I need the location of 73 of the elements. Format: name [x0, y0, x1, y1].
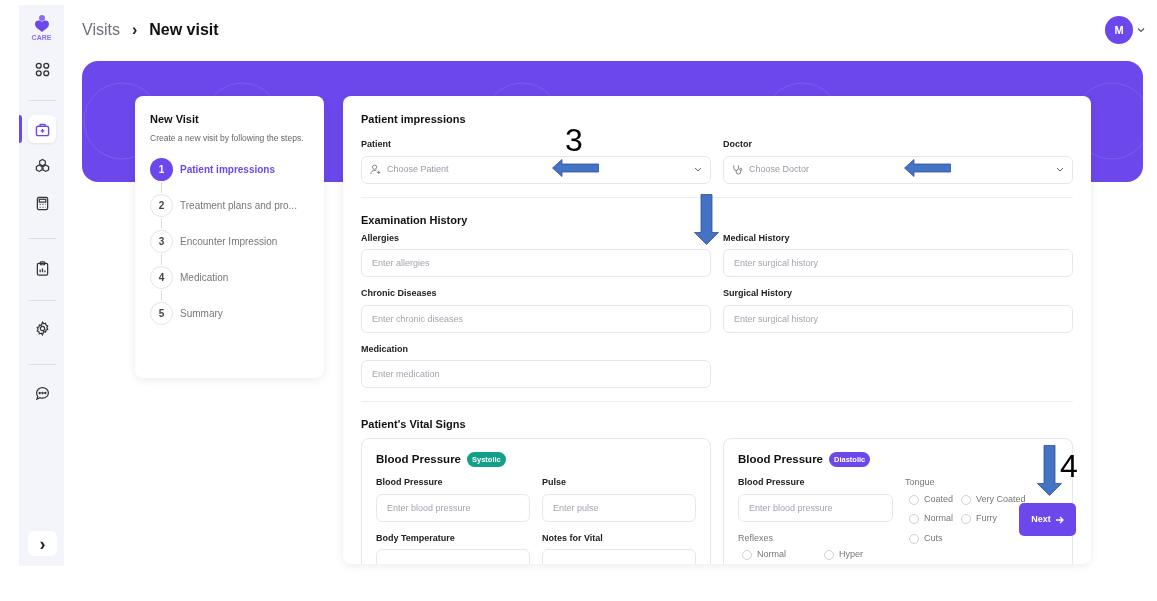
input-field[interactable]: Enter chronic diseases [361, 304, 711, 333]
field-label: Pulse [542, 476, 566, 490]
step-number[interactable]: 4 [150, 265, 173, 289]
radio-option[interactable]: Normal [909, 512, 953, 526]
annotation-number: 4 [1060, 450, 1078, 482]
chat-icon [34, 385, 50, 401]
step-label[interactable]: Treatment plans and pro... [180, 197, 297, 213]
input-field[interactable]: Enter blood pressure [738, 493, 893, 522]
card-title: Blood Pressure [376, 452, 461, 467]
radio-option[interactable]: Furry [961, 512, 998, 526]
field-label: Notes for Vital [542, 531, 603, 545]
step-label[interactable]: Summary [180, 305, 223, 321]
person-icon [370, 164, 381, 175]
breadcrumb-link[interactable]: Visits [82, 18, 120, 42]
section-title: Examination History [361, 212, 469, 226]
page-title: New visit [149, 20, 219, 40]
grid-icon [34, 61, 50, 77]
field-label: Reflexes [738, 531, 774, 545]
field-label: Patient [361, 138, 391, 151]
annotation-number: 3 [565, 124, 583, 156]
input-field[interactable]: Enter allergies [361, 249, 711, 277]
field-label: Allergies [361, 231, 400, 245]
cubes-icon [34, 157, 50, 173]
settings-icon [34, 320, 50, 336]
expand-button[interactable]: › [28, 531, 57, 556]
arrow-right-icon [1054, 515, 1064, 524]
chevron-down-icon [694, 167, 702, 172]
input-field[interactable]: Enter blood pressure [376, 493, 530, 522]
input-field[interactable]: Enter pulse [542, 493, 696, 522]
input-field[interactable]: Enter surgical history [723, 249, 1073, 277]
input-field[interactable]: Enter surgical history [723, 304, 1073, 333]
chevron-down-icon [1056, 167, 1064, 172]
medical-bag-icon [34, 121, 50, 137]
field-label: Medical History [723, 231, 790, 245]
step-number[interactable]: 3 [150, 229, 173, 253]
radio-option[interactable]: Cuts [909, 531, 943, 546]
active-indicator [19, 115, 22, 143]
field-label: Tongue [905, 476, 936, 490]
step-label[interactable]: Medication [180, 269, 229, 285]
next-button[interactable]: Next [1019, 503, 1076, 536]
field-label: Blood Pressure [376, 476, 443, 490]
radio-option[interactable]: Normal [742, 548, 786, 562]
card-title: Blood Pressure [738, 452, 823, 467]
annotation-arrow [904, 159, 951, 177]
field-label: Doctor [723, 138, 752, 151]
step-number[interactable]: 1 [150, 157, 173, 181]
clipboard-icon [34, 260, 50, 276]
annotation-arrow [1037, 445, 1062, 496]
annotation-arrow [694, 194, 719, 245]
input-field[interactable]: Enter medication [361, 360, 711, 388]
section-title: Patient impressions [361, 112, 467, 125]
user-avatar[interactable]: M [1105, 16, 1133, 44]
step-label[interactable]: Patient impressions [180, 161, 276, 177]
annotation-arrow [552, 159, 599, 177]
radio-option[interactable]: Coated [909, 492, 954, 507]
caret-icon[interactable] [1137, 27, 1145, 33]
field-label: Surgical History [723, 287, 793, 300]
calculator-icon [34, 195, 50, 211]
card-title: New Visit [150, 112, 200, 127]
field-label: Medication [361, 342, 408, 356]
breadcrumb-separator: › [130, 20, 139, 40]
stethoscope-icon [732, 164, 743, 175]
card-subtitle: Create a new visit by following the steps. [150, 131, 305, 144]
select-field[interactable]: Choose Patient [361, 155, 711, 184]
field-label: Body Temperature [376, 531, 455, 545]
field-label: Blood Pressure [738, 476, 805, 490]
radio-option[interactable]: Hyper [824, 548, 863, 562]
step-number[interactable]: 2 [150, 193, 173, 217]
step-number[interactable]: 5 [150, 301, 173, 325]
section-title: Patient's Vital Signs [361, 417, 467, 430]
select-field[interactable]: Choose Doctor [723, 155, 1073, 184]
field-label: Chronic Diseases [361, 287, 437, 300]
step-label[interactable]: Encounter Impression [180, 233, 278, 249]
